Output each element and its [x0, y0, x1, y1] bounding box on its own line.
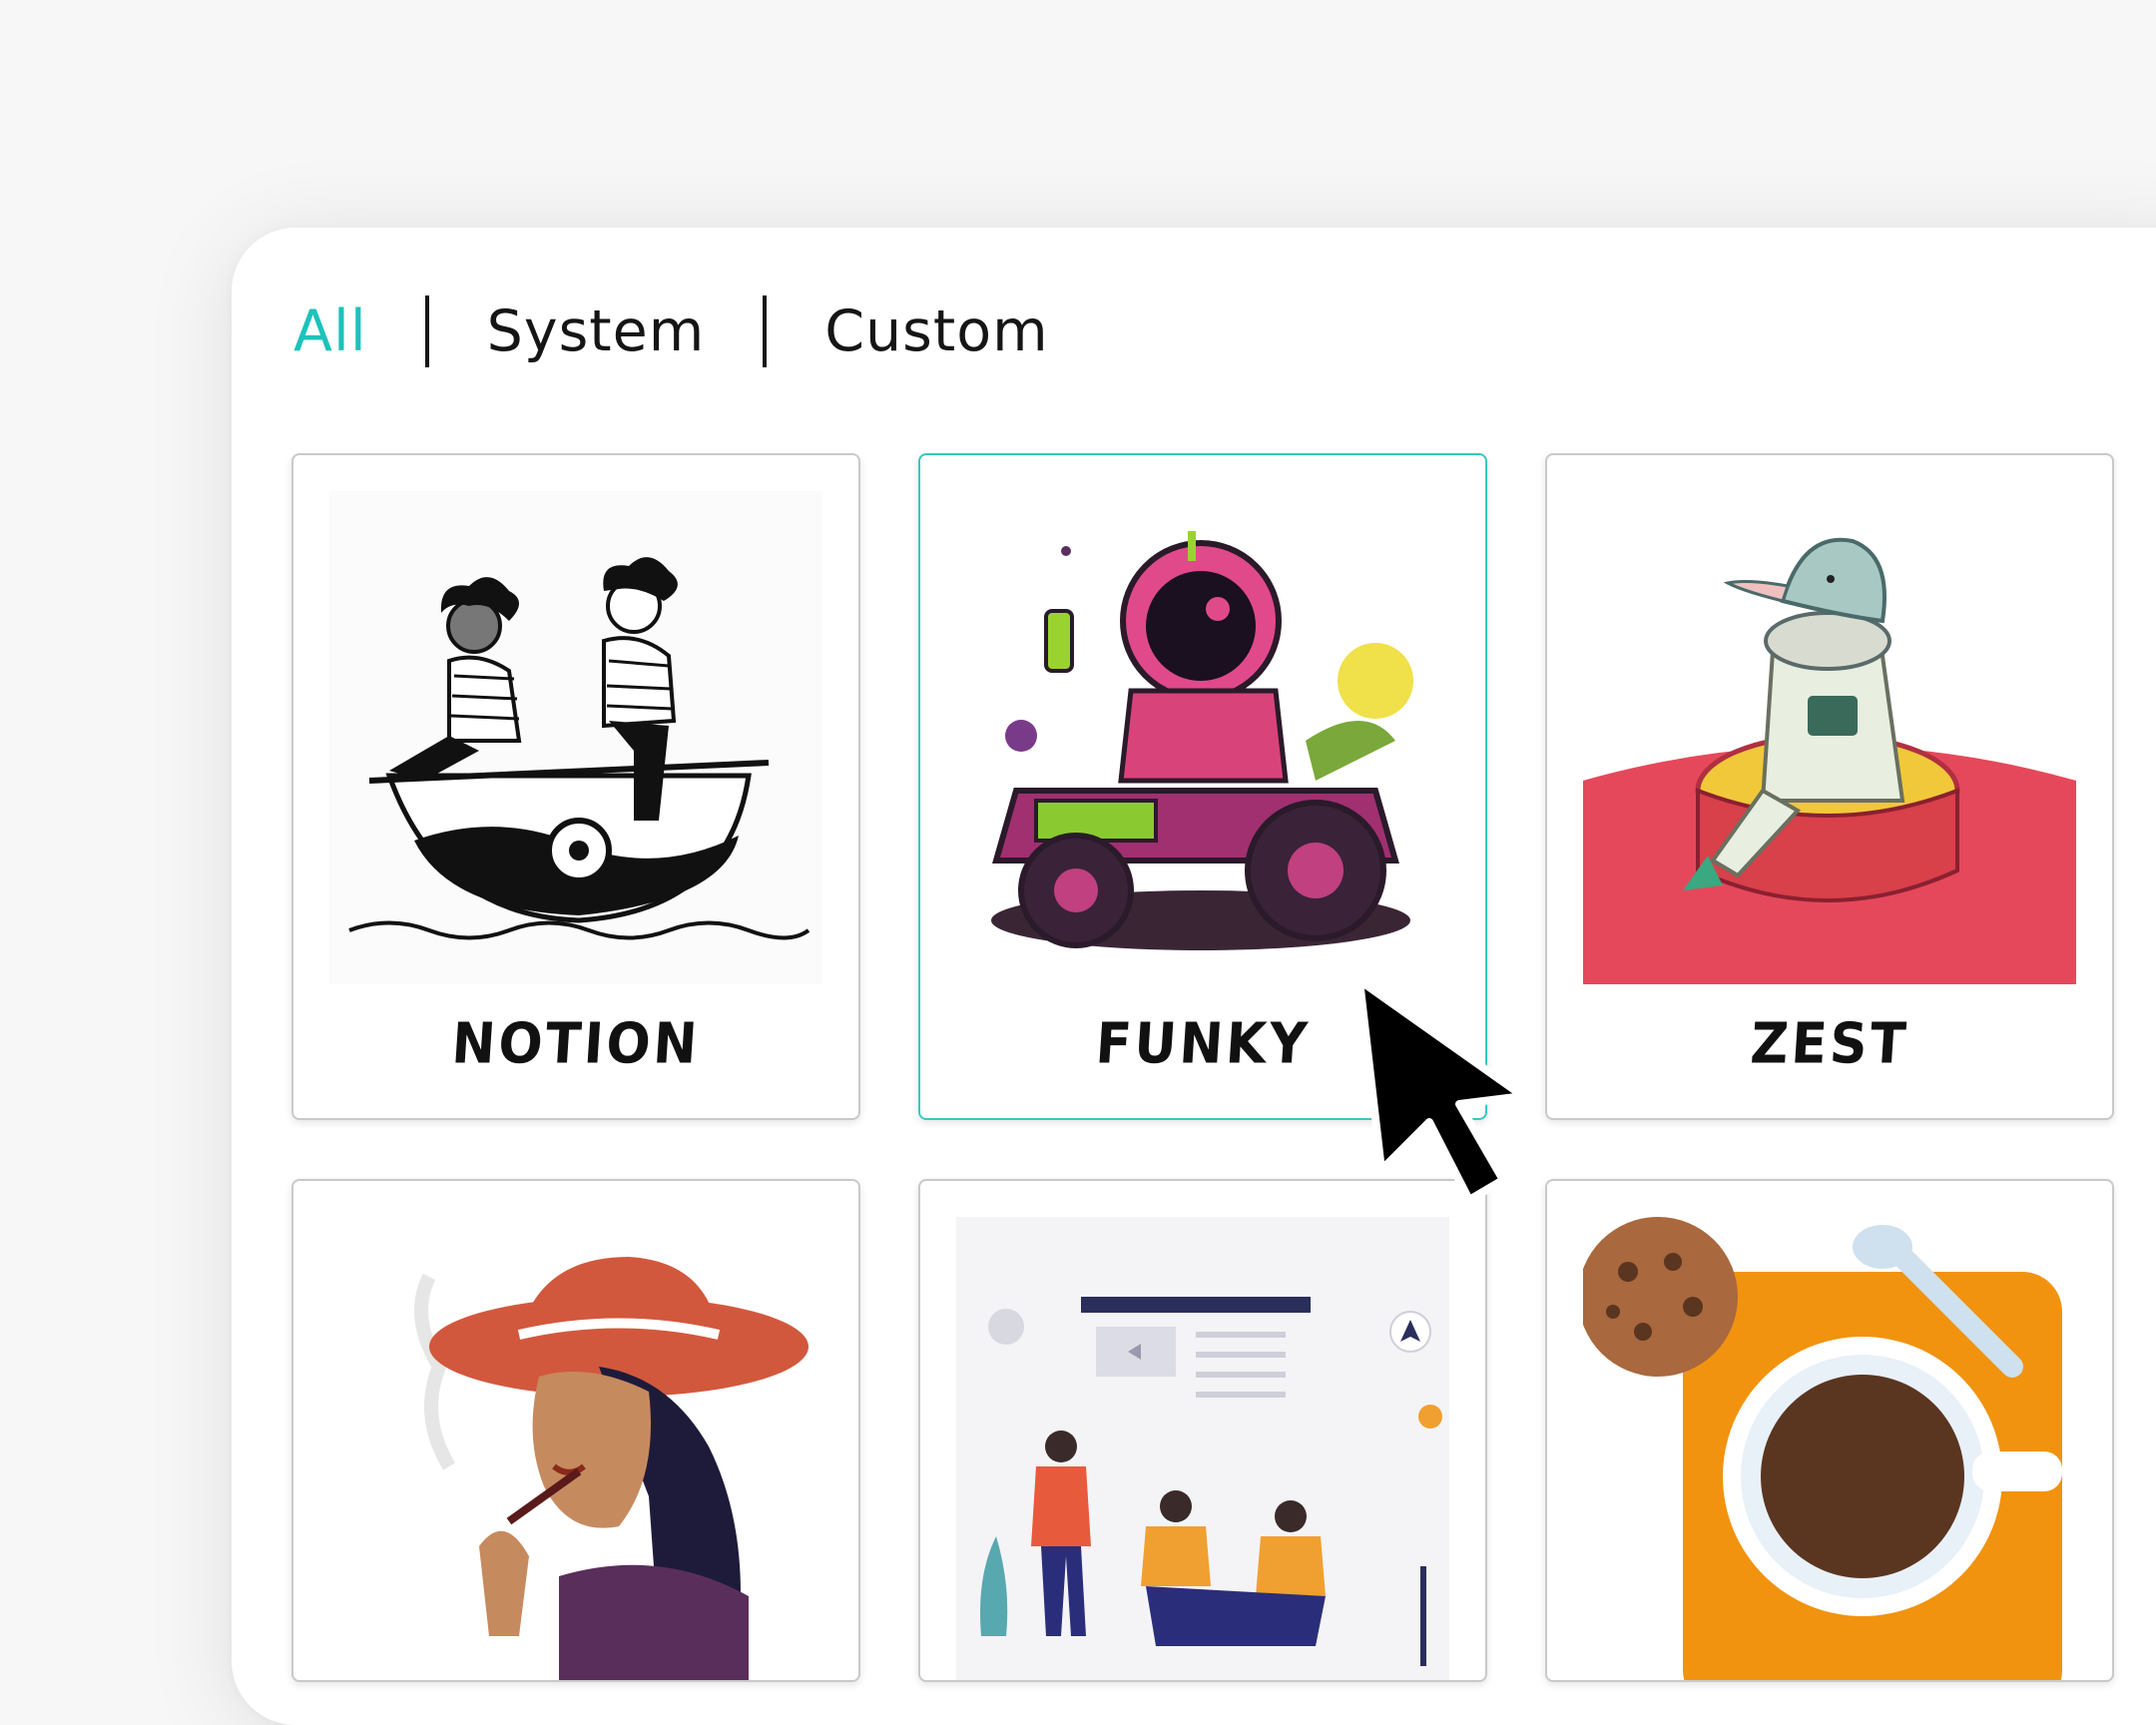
- style-preview-image-5: [956, 1217, 1449, 1680]
- notion-style-preview-image: [329, 491, 822, 984]
- tab-all[interactable]: All: [293, 298, 367, 364]
- style-card-4[interactable]: [291, 1179, 860, 1682]
- tab-system[interactable]: System: [487, 298, 706, 364]
- style-card-zest[interactable]: ZEST: [1545, 453, 2114, 1120]
- tab-divider: [424, 295, 429, 367]
- mouse-pointer-icon: [1351, 974, 1531, 1214]
- funky-style-preview-image: [956, 491, 1449, 984]
- tab-custom[interactable]: Custom: [824, 298, 1048, 364]
- zest-style-preview-image: [1583, 491, 2076, 984]
- style-preview-image-6: [1583, 1217, 2076, 1680]
- style-label: ZEST: [1748, 1011, 1911, 1077]
- style-card-5[interactable]: [918, 1179, 1487, 1682]
- filter-tabs: All System Custom: [293, 291, 1049, 371]
- style-card-notion[interactable]: NOTION: [291, 453, 860, 1120]
- tab-divider: [763, 295, 768, 367]
- style-preview-image-4: [329, 1217, 822, 1680]
- style-card-6[interactable]: [1545, 1179, 2114, 1682]
- style-label: NOTION: [449, 1011, 703, 1077]
